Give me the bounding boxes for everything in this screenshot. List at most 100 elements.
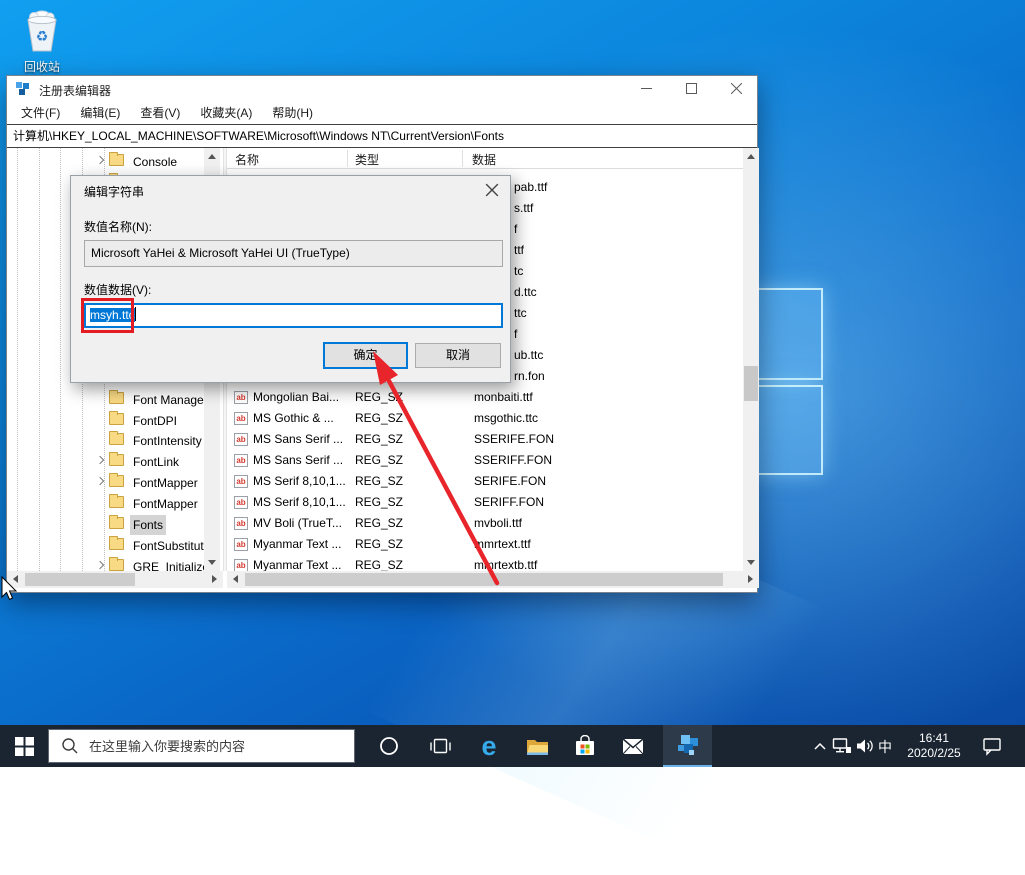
table-row[interactable]: ab MS Serif 8,10,1... REG_SZ SERIFF.FON (227, 492, 743, 513)
speaker-icon (855, 737, 875, 755)
search-input[interactable] (89, 739, 339, 754)
menu-favorites[interactable]: 收藏夹(A) (190, 101, 262, 124)
reg-sz-icon: ab (234, 559, 248, 571)
ime-indicator[interactable]: 中 (878, 737, 892, 757)
tree-item-font-manage[interactable]: Font Manage (7, 388, 223, 408)
expand-chevron-icon[interactable] (96, 156, 104, 164)
tree-item-label: FontSubstitut (130, 536, 207, 556)
table-row[interactable]: ab MS Gothic & ... REG_SZ msgothic.ttc (227, 408, 743, 429)
scrollbar-thumb[interactable] (744, 366, 758, 401)
edge-browser-button[interactable]: e (477, 735, 501, 757)
scroll-left-icon[interactable] (233, 575, 238, 583)
column-separator[interactable] (347, 150, 348, 167)
table-row[interactable]: ab MS Sans Serif ... REG_SZ SSERIFF.FON (227, 450, 743, 471)
column-header-data[interactable]: 数据 (472, 151, 496, 168)
clipped-value-data: rn.fon (514, 366, 545, 387)
recycle-bin-desktop-icon[interactable]: ♻ 回收站 (10, 6, 74, 72)
value-data: mvboli.ttf (474, 513, 522, 534)
value-type: REG_SZ (355, 429, 403, 450)
scroll-down-icon[interactable] (747, 560, 755, 565)
folder-icon (109, 475, 124, 487)
value-type: REG_SZ (355, 513, 403, 534)
tree-item-label: Font Manage (130, 390, 207, 410)
menu-help[interactable]: 帮助(H) (262, 101, 323, 124)
value-name: MV Boli (TrueT... (253, 513, 349, 534)
value-data: SERIFF.FON (474, 492, 544, 513)
expand-chevron-icon[interactable] (96, 561, 104, 569)
value-data-input[interactable]: msyh.ttc (84, 303, 503, 328)
tree-item-fontmapper[interactable]: FontMapper (7, 471, 223, 491)
expand-chevron-icon[interactable] (96, 456, 104, 464)
ok-button[interactable]: 确定 (323, 342, 408, 369)
tray-expand-button[interactable] (808, 735, 832, 757)
tree-item-gre-initialize[interactable]: GRE_Initialize (7, 555, 223, 571)
scrollbar-thumb[interactable] (25, 573, 135, 586)
folder-icon (109, 496, 124, 508)
close-button[interactable] (714, 76, 759, 101)
menu-view[interactable]: 查看(V) (130, 101, 190, 124)
microsoft-store-button[interactable] (573, 735, 597, 757)
start-button[interactable] (12, 735, 36, 757)
scroll-up-icon[interactable] (747, 154, 755, 159)
tree-item-fontlink[interactable]: FontLink (7, 450, 223, 470)
tree-item-fontsubstitutes[interactable]: FontSubstitut (7, 534, 223, 554)
tree-item-label: FontIntensity (130, 431, 205, 451)
maximize-button[interactable] (669, 76, 714, 101)
tree-horizontal-scrollbar[interactable] (7, 571, 223, 588)
mail-button[interactable] (621, 735, 645, 757)
taskbar-search-box[interactable] (48, 729, 355, 763)
value-name-field[interactable]: Microsoft YaHei & Microsoft YaHei UI (Tr… (84, 240, 503, 267)
tree-item-fontdpi[interactable]: FontDPI (7, 409, 223, 429)
scroll-right-icon[interactable] (748, 575, 753, 583)
tree-item-label: FontLink (130, 452, 182, 472)
table-row[interactable]: ab Myanmar Text ... REG_SZ mmrtextb.ttf (227, 555, 743, 571)
registry-editor-taskbar-button[interactable] (663, 725, 712, 767)
table-row[interactable]: ab Myanmar Text ... REG_SZ mmrtext.ttf (227, 534, 743, 555)
taskbar-clock[interactable]: 16:41 2020/2/25 (901, 731, 967, 761)
value-type: REG_SZ (355, 450, 403, 471)
dialog-close-icon[interactable] (485, 183, 499, 197)
windows-start-icon (15, 737, 34, 756)
folder-icon (109, 392, 124, 404)
list-vertical-scrollbar[interactable] (743, 148, 759, 571)
tree-item-label: FontMapper (130, 473, 201, 493)
menu-bar: 文件(F) 编辑(E) 查看(V) 收藏夹(A) 帮助(H) (7, 101, 757, 124)
cortana-button[interactable] (377, 735, 401, 757)
task-view-button[interactable] (428, 735, 452, 757)
network-tray-button[interactable] (830, 735, 854, 757)
scroll-left-icon[interactable] (13, 575, 18, 583)
tree-item-fonts-selected[interactable]: Fonts (7, 513, 223, 533)
tree-item-console[interactable]: Console (7, 150, 223, 170)
menu-file[interactable]: 文件(F) (11, 101, 70, 124)
column-header-name[interactable]: 名称 (235, 151, 259, 168)
table-row[interactable]: ab MV Boli (TrueT... REG_SZ mvboli.ttf (227, 513, 743, 534)
tree-item-fontmapper-2[interactable]: FontMapper (7, 492, 223, 512)
table-row[interactable]: ab Mongolian Bai... REG_SZ monbaiti.ttf (227, 387, 743, 408)
table-row[interactable]: ab MS Serif 8,10,1... REG_SZ SERIFE.FON (227, 471, 743, 492)
column-separator[interactable] (462, 150, 463, 167)
text-caret (135, 307, 136, 321)
cancel-button[interactable]: 取消 (415, 343, 501, 368)
minimize-button[interactable] (624, 76, 669, 101)
window-titlebar[interactable]: 注册表编辑器 (7, 76, 757, 101)
notification-icon (982, 736, 1002, 756)
tree-item-fontintensity[interactable]: FontIntensity (7, 429, 223, 449)
list-horizontal-scrollbar[interactable] (227, 571, 759, 588)
scrollbar-thumb[interactable] (245, 573, 723, 586)
registry-path-bar[interactable]: 计算机\HKEY_LOCAL_MACHINE\SOFTWARE\Microsof… (7, 124, 757, 148)
store-icon (574, 735, 596, 757)
scroll-up-icon[interactable] (208, 154, 216, 159)
column-header-type[interactable]: 类型 (355, 151, 379, 168)
scroll-down-icon[interactable] (208, 560, 216, 565)
expand-chevron-icon[interactable] (96, 477, 104, 485)
value-name: MS Sans Serif ... (253, 450, 349, 471)
scroll-right-icon[interactable] (212, 575, 217, 583)
action-center-button[interactable] (980, 735, 1004, 757)
volume-tray-button[interactable] (853, 735, 877, 757)
network-icon (832, 737, 852, 755)
reg-sz-icon: ab (234, 517, 248, 530)
menu-edit[interactable]: 编辑(E) (70, 101, 130, 124)
table-row[interactable]: ab MS Sans Serif ... REG_SZ SSERIFE.FON (227, 429, 743, 450)
file-explorer-button[interactable] (525, 735, 549, 757)
folder-icon (109, 413, 124, 425)
